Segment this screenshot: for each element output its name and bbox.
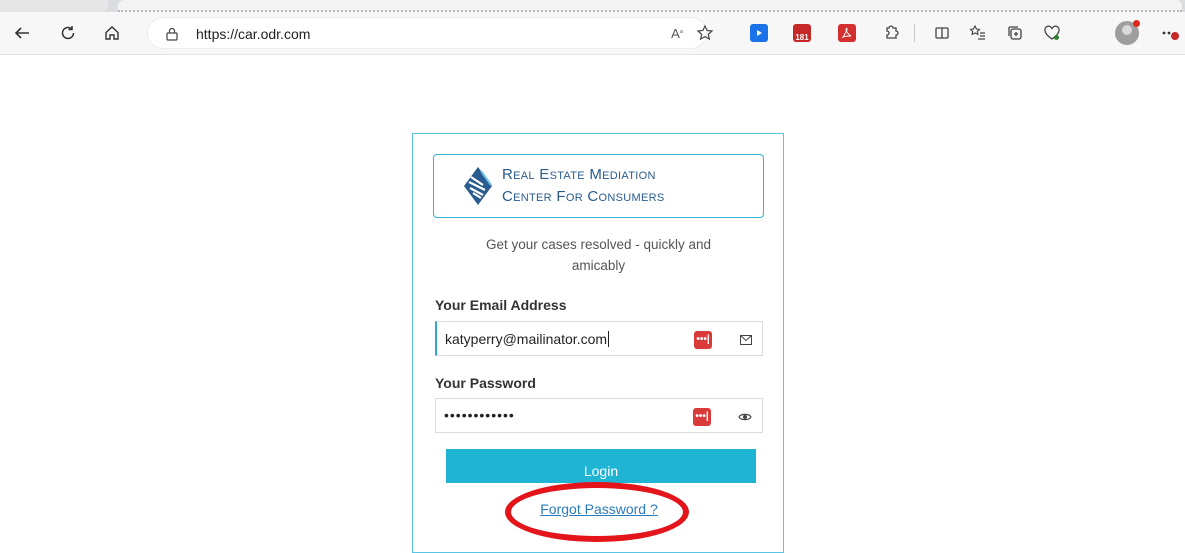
org-name-line1: Real Estate Mediation [502,166,656,183]
active-tab[interactable] [118,0,1182,12]
calendar-extension-icon[interactable]: 181 [793,24,811,42]
tab-strip [0,0,1185,12]
password-manager-icon[interactable]: •••| [694,331,712,349]
calendar-badge: 181 [795,33,809,42]
collections-icon[interactable] [1003,21,1027,45]
org-name: Real Estate Mediation Center For Consume… [502,164,665,208]
address-bar[interactable]: https://car.odr.com [147,17,707,49]
password-label: Your Password [435,375,536,391]
pdf-extension-icon[interactable] [838,24,856,42]
favorites-icon[interactable] [966,21,990,45]
password-field[interactable]: •••••••••••• •••| [435,398,763,433]
email-label: Your Email Address [435,297,567,313]
login-card: Real Estate Mediation Center For Consume… [412,133,784,553]
extension-blue-icon[interactable] [750,24,768,42]
email-field[interactable]: katyperry@mailinator.com •••| [435,321,763,356]
login-button[interactable]: Login [446,449,756,483]
inactive-tab[interactable] [0,0,108,12]
browser-essentials-icon[interactable] [1040,21,1064,45]
password-manager-icon[interactable]: •••| [693,408,711,426]
email-value: katyperry@mailinator.com [445,331,610,347]
org-name-line2: Center For Consumers [502,188,665,205]
eye-icon[interactable] [736,408,754,426]
tagline-line1: Get your cases resolved - quickly and [485,237,712,252]
forgot-password-link[interactable]: Forgot Password ? [413,501,785,517]
envelope-icon [737,331,755,349]
refresh-icon[interactable] [56,21,80,45]
url-text: https://car.odr.com [196,26,311,42]
tagline: Get your cases resolved - quickly and am… [433,234,764,276]
more-options-icon[interactable] [1160,21,1184,45]
home-icon[interactable] [100,21,124,45]
back-icon[interactable] [10,21,34,45]
tagline-line2: amicably [571,258,626,273]
password-value: •••••••••••• [444,407,515,423]
browser-toolbar: https://car.odr.com Aᵃ 181 [0,12,1185,55]
split-screen-icon[interactable] [930,21,954,45]
toolbar-separator [914,24,915,42]
favorite-star-icon[interactable] [693,21,717,45]
read-aloud-icon[interactable]: Aᵃ [665,21,689,45]
extensions-puzzle-icon[interactable] [880,21,904,45]
logo-emblem-icon [464,167,492,205]
notification-dot [1133,20,1140,27]
site-info-icon[interactable] [164,26,180,42]
org-logo: Real Estate Mediation Center For Consume… [433,154,764,218]
